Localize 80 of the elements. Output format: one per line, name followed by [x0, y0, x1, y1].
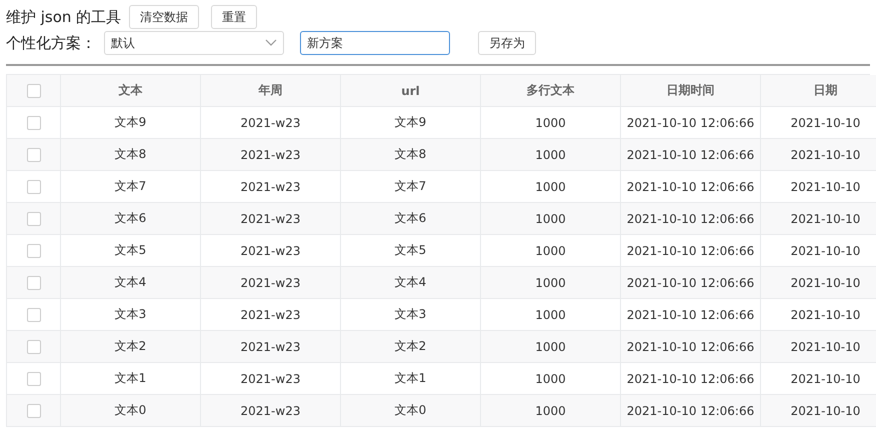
table-cell: 文本5	[61, 235, 201, 267]
table-cell: 文本2	[61, 331, 201, 363]
table-cell: 文本5	[341, 235, 481, 267]
table-cell: 2021-10-10 12:06:66	[621, 331, 761, 363]
toolbar-button[interactable]: 清空数据	[129, 5, 200, 29]
checkbox[interactable]	[26, 244, 40, 258]
table-cell: 2021-10-10 12:06:66	[621, 299, 761, 331]
table-cell: 1000	[481, 331, 621, 363]
column-header: 日期时间	[621, 75, 761, 107]
column-header: 文本	[61, 75, 201, 107]
save-as-button[interactable]: 另存为	[478, 31, 536, 55]
checkbox[interactable]	[26, 148, 40, 162]
table-cell: 2021-10-10 12:06:66	[621, 203, 761, 235]
table-cell: 2021-w23	[201, 171, 341, 203]
table-cell: 1000	[481, 267, 621, 299]
table-cell: 2021-w23	[201, 107, 341, 139]
checkbox[interactable]	[26, 84, 40, 98]
table-cell: 文本9	[61, 107, 201, 139]
column-header: 多行文本	[481, 75, 621, 107]
table-cell: 文本7	[61, 171, 201, 203]
table-cell: 文本8	[341, 139, 481, 171]
checkbox[interactable]	[26, 340, 40, 354]
table-cell: 2021-w23	[201, 267, 341, 299]
table-cell: 1000	[481, 235, 621, 267]
checkbox[interactable]	[26, 308, 40, 322]
scheme-name-field[interactable]: 新方案	[300, 31, 450, 55]
toolbar-button[interactable]: 重置	[211, 5, 258, 29]
table-cell: 2021-w23	[201, 139, 341, 171]
table-cell: 2021-w23	[201, 395, 341, 427]
table-cell: 文本9	[341, 107, 481, 139]
table-cell: 2021-w23	[201, 203, 341, 235]
checkbox[interactable]	[26, 212, 40, 226]
checkbox[interactable]	[26, 180, 40, 194]
checkbox[interactable]	[26, 404, 40, 418]
table-cell: 2021-10-10 12:06:66	[621, 139, 761, 171]
table-cell: 1000	[481, 107, 621, 139]
table-cell: 2021-10-10	[761, 331, 876, 363]
table-cell: 文本2	[341, 331, 481, 363]
table-cell: 文本6	[341, 203, 481, 235]
checkbox[interactable]	[26, 276, 40, 290]
table-cell: 文本1	[61, 363, 201, 395]
table-cell: 2021-w23	[201, 235, 341, 267]
column-header: 日期	[761, 75, 876, 107]
table-cell: 2021-10-10 12:06:66	[621, 107, 761, 139]
table-cell: 2021-10-10 12:06:66	[621, 267, 761, 299]
table-cell: 文本0	[61, 395, 201, 427]
checkbox[interactable]	[26, 372, 40, 386]
table-cell: 文本0	[341, 395, 481, 427]
table-cell: 文本7	[341, 171, 481, 203]
table-cell: 文本3	[61, 299, 201, 331]
app-title: 维护 json 的工具	[6, 8, 122, 26]
table-cell: 1000	[481, 171, 621, 203]
table-cell: 1000	[481, 299, 621, 331]
table-cell: 1000	[481, 395, 621, 427]
column-header: url	[341, 75, 481, 107]
table-cell: 文本1	[341, 363, 481, 395]
table-cell: 文本8	[61, 139, 201, 171]
table-cell: 2021-10-10 12:06:66	[621, 235, 761, 267]
column-header: 年周	[201, 75, 341, 107]
table-cell: 文本6	[61, 203, 201, 235]
table-cell: 2021-w23	[201, 331, 341, 363]
table-cell: 文本4	[341, 267, 481, 299]
table-cell: 1000	[481, 203, 621, 235]
table-cell: 2021-10-10 12:06:66	[621, 395, 761, 427]
table-cell: 2021-w23	[201, 299, 341, 331]
table-cell: 1000	[481, 139, 621, 171]
checkbox[interactable]	[26, 116, 40, 130]
table-cell: 2021-10-10 12:06:66	[621, 171, 761, 203]
table-cell: 2021-10-10 12:06:66	[621, 363, 761, 395]
table-cell: 2021-10-10	[761, 139, 876, 171]
table-cell: 1000	[481, 363, 621, 395]
table-cell: 文本3	[341, 299, 481, 331]
scheme-label: 个性化方案：	[6, 34, 96, 52]
table-cell: 2021-10-10	[761, 203, 876, 235]
chevron-down-icon	[265, 39, 277, 47]
scheme-select[interactable]: 默认	[104, 31, 284, 55]
table-cell: 文本4	[61, 267, 201, 299]
table-cell: 2021-10-10	[761, 267, 876, 299]
table-cell: 2021-w23	[201, 363, 341, 395]
table-cell: 2021-10-10	[761, 395, 876, 427]
